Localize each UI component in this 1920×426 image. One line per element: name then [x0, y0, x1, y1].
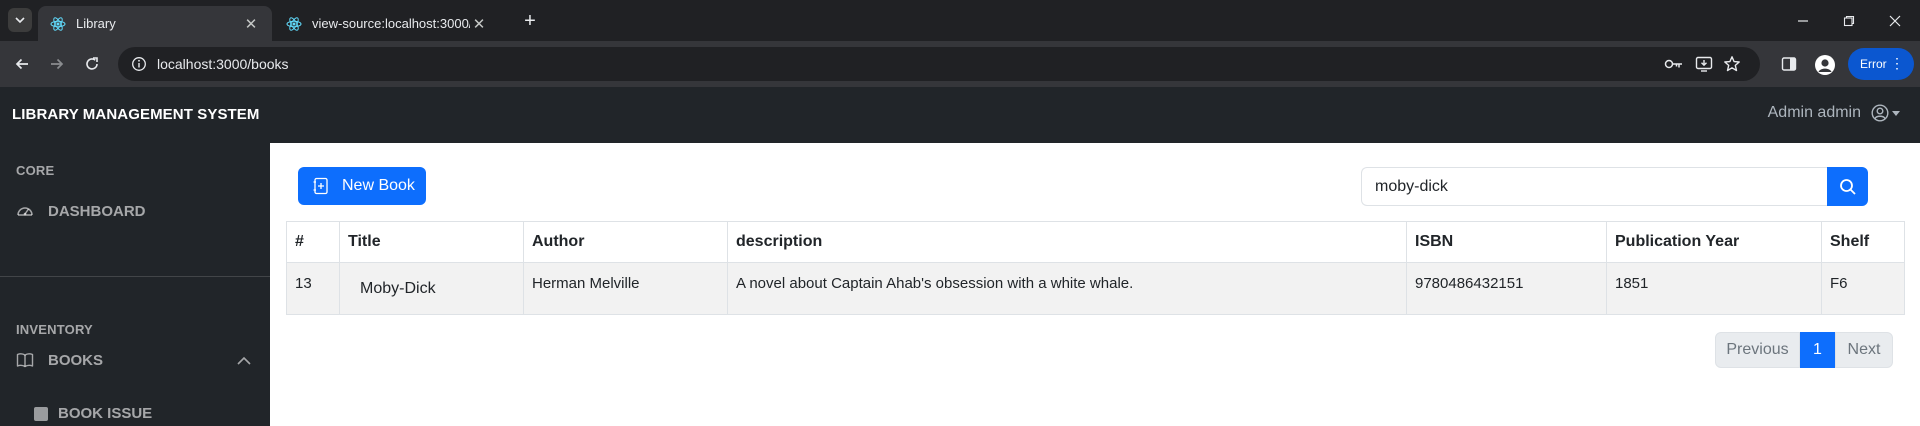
browser-tabstrip: Library ✕ view-source:localhost:3000/iss… — [0, 0, 1920, 41]
react-favicon-icon — [286, 16, 302, 31]
new-book-label: New Book — [342, 177, 415, 194]
user-menu[interactable]: Admin admin — [1768, 104, 1900, 122]
more-menu-icon[interactable]: ⋮ — [1890, 56, 1904, 70]
tab-search-button[interactable] — [8, 8, 32, 32]
search-input[interactable]: moby-dick — [1361, 167, 1830, 206]
user-name: Admin admin — [1767, 104, 1861, 121]
sidebar-item-label: BOOKS — [48, 351, 104, 369]
table-row[interactable]: 13 Moby-Dick Herman Melville A novel abo… — [286, 262, 1905, 315]
sidebar-item-books[interactable]: BOOKS — [16, 351, 103, 369]
app-brand[interactable]: LIBRARY MANAGEMENT SYSTEM — [12, 106, 260, 123]
open-book-icon — [16, 353, 34, 368]
bookmark-star-icon[interactable] — [1722, 55, 1742, 73]
column-header-isbn: ISBN — [1406, 221, 1607, 263]
caret-down-icon — [1892, 110, 1900, 116]
url-text: localhost:3000/books — [157, 56, 289, 72]
user-circle-icon — [1871, 104, 1889, 122]
sidebar-item-dashboard[interactable]: DASHBOARD — [16, 202, 146, 220]
main-content: New Book moby-dick # Title Author descri… — [270, 143, 1920, 426]
tab-title: Library — [76, 16, 116, 31]
sidebar-item-label: BOOK ISSUE — [58, 405, 153, 422]
minimize-window-icon[interactable] — [1780, 0, 1826, 41]
page-1-button[interactable]: 1 — [1800, 332, 1835, 368]
search-icon — [1839, 178, 1856, 195]
close-window-icon[interactable] — [1872, 0, 1918, 41]
profile-avatar-icon[interactable] — [1815, 55, 1835, 75]
speedometer-icon — [17, 207, 33, 216]
add-document-icon — [313, 177, 328, 195]
column-header-title: Title — [339, 221, 524, 263]
install-app-icon[interactable] — [1694, 55, 1714, 73]
site-info-icon[interactable] — [131, 56, 147, 72]
books-table: # Title Author description ISBN Publicat… — [286, 221, 1905, 315]
cell-description: A novel about Captain Ahab's obsession w… — [727, 262, 1407, 315]
table-header-row: # Title Author description ISBN Publicat… — [286, 221, 1905, 263]
cell-title[interactable]: Moby-Dick — [339, 262, 524, 315]
chevron-down-icon — [15, 17, 25, 24]
previous-page-button[interactable]: Previous — [1715, 332, 1800, 368]
new-book-button[interactable]: New Book — [298, 167, 426, 205]
pagination: Previous 1 Next — [1715, 332, 1893, 368]
password-key-icon[interactable] — [1664, 55, 1684, 73]
tab-view-source[interactable]: view-source:localhost:3000/issu ✕ — [274, 6, 500, 41]
new-tab-plus-icon[interactable]: + — [518, 9, 542, 33]
column-header-id: # — [286, 221, 340, 263]
back-arrow-icon[interactable] — [7, 49, 37, 79]
browser-toolbar: localhost:3000/books Error ⋮ — [0, 41, 1920, 87]
sidebar-heading-inventory: INVENTORY — [16, 322, 93, 337]
sidebar-heading-core: CORE — [16, 163, 55, 178]
sidebar: CORE DASHBOARD INVENTORY BOOKS BOOK ISSU… — [0, 143, 270, 426]
side-panel-icon[interactable] — [1777, 52, 1801, 76]
cell-id: 13 — [286, 262, 340, 315]
column-header-author: Author — [523, 221, 728, 263]
sidebar-item-label: DASHBOARD — [48, 202, 146, 220]
restore-window-icon[interactable] — [1826, 0, 1872, 41]
cell-author: Herman Melville — [523, 262, 728, 315]
tab-close-icon[interactable]: ✕ — [470, 15, 488, 33]
browser-error-button[interactable]: Error ⋮ — [1848, 48, 1914, 80]
cell-isbn: 9780486432151 — [1406, 262, 1607, 315]
react-favicon-icon — [50, 16, 66, 31]
tab-close-icon[interactable]: ✕ — [242, 15, 260, 33]
error-label: Error — [1860, 57, 1887, 71]
next-page-button[interactable]: Next — [1835, 332, 1893, 368]
sidebar-divider — [0, 276, 270, 277]
column-header-publication-year: Publication Year — [1606, 221, 1822, 263]
book-issue-icon — [34, 406, 48, 421]
column-header-description: description — [727, 221, 1407, 263]
column-header-shelf: Shelf — [1821, 221, 1905, 263]
sidebar-item-book-issue[interactable]: BOOK ISSUE — [34, 405, 152, 422]
address-bar[interactable]: localhost:3000/books — [118, 47, 1760, 81]
cell-shelf: F6 — [1821, 262, 1905, 315]
tab-title: view-source:localhost:3000/issu — [312, 16, 470, 31]
tab-library[interactable]: Library ✕ — [38, 6, 272, 41]
forward-arrow-icon[interactable] — [42, 49, 72, 79]
reload-icon[interactable] — [77, 49, 107, 79]
app-navbar: LIBRARY MANAGEMENT SYSTEM Admin admin — [0, 87, 1920, 143]
chevron-up-icon[interactable] — [236, 353, 252, 369]
search-button[interactable] — [1827, 167, 1868, 206]
cell-year: 1851 — [1606, 262, 1822, 315]
